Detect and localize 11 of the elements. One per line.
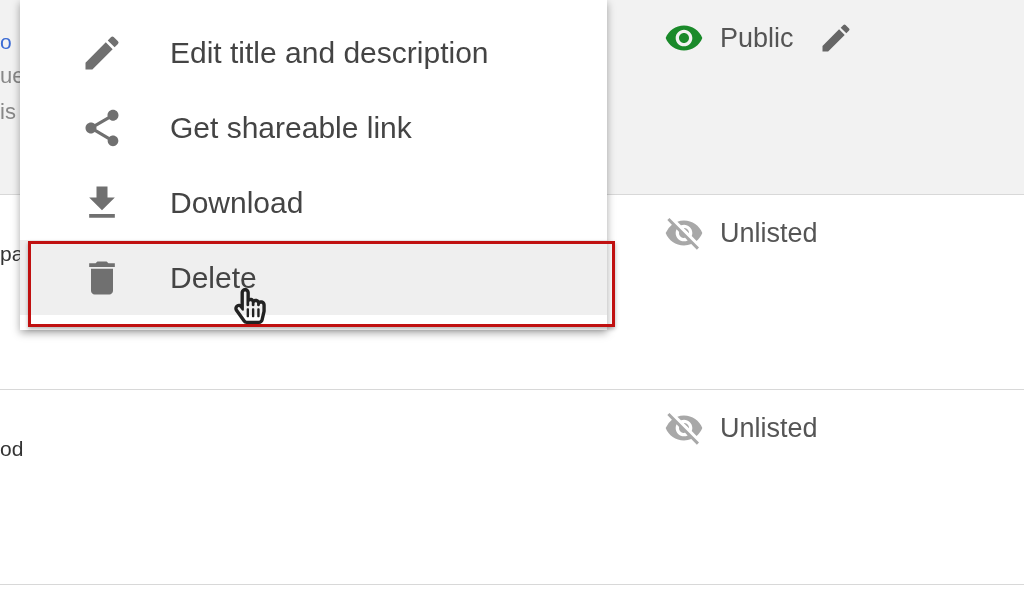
menu-item[interactable]: Get shareable link <box>20 90 607 165</box>
menu-item[interactable]: Download <box>20 165 607 240</box>
visibility-label: Public <box>720 22 794 55</box>
video-title[interactable]: o <box>0 27 20 57</box>
menu-item[interactable]: Edit title and description <box>20 15 607 90</box>
video-title[interactable]: od <box>0 434 20 464</box>
visibility-label: Unlisted <box>720 217 818 250</box>
video-description: is <box>0 98 17 126</box>
menu-item[interactable]: Delete <box>20 240 607 315</box>
visibility-label: Unlisted <box>720 412 818 445</box>
hand-cursor-icon <box>234 288 266 324</box>
